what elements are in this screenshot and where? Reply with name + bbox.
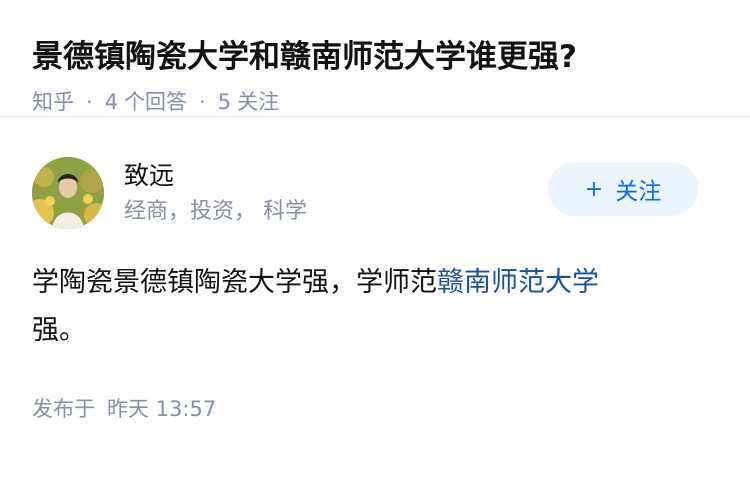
publish-prefix: 发布于 — [32, 397, 95, 421]
publish-time: 发布于 昨天 13:57 — [32, 394, 718, 424]
answer-text: 学陶瓷景德镇陶瓷大学强，学师范 — [32, 267, 437, 298]
author-name[interactable]: 致远 — [124, 159, 307, 193]
answer-card: 致远 经商，投资， 科学 + 关注 学陶瓷景德镇陶瓷大学强，学师范赣南师范大学强… — [0, 155, 750, 424]
author-row: 致远 经商，投资， 科学 + 关注 — [32, 155, 718, 231]
publish-timestamp: 昨天 13:57 — [107, 397, 217, 421]
source-label[interactable]: 知乎 — [32, 87, 74, 117]
answer-count: 4 — [104, 90, 119, 114]
follow-button-label: 关注 — [615, 179, 662, 205]
answer-text-end: 强。 — [32, 315, 86, 346]
follower-count-label: 关注 — [237, 90, 280, 114]
follower-count: 5 — [217, 90, 232, 114]
meta-separator: · — [199, 90, 206, 114]
plus-icon: + — [584, 176, 604, 202]
answer-link[interactable]: 赣南师范大学 — [437, 267, 599, 298]
avatar-image — [32, 157, 104, 229]
answer-count-label: 个回答 — [124, 90, 188, 114]
avatar[interactable] — [32, 157, 104, 229]
author-bio: 经商，投资， 科学 — [124, 198, 307, 224]
follow-button[interactable]: + 关注 — [548, 162, 698, 216]
question-meta: 知乎 · 4 个回答 · 5 关注 — [32, 87, 718, 117]
meta-separator: · — [86, 90, 93, 114]
author-info: 致远 经商，投资， 科学 — [124, 159, 307, 228]
question-header: 景德镇陶瓷大学和赣南师范大学谁更强? 知乎 · 4 个回答 · 5 关注 — [0, 0, 750, 117]
question-title[interactable]: 景德镇陶瓷大学和赣南师范大学谁更强? — [32, 34, 718, 80]
answer-content: 学陶瓷景德镇陶瓷大学强，学师范赣南师范大学强。 — [32, 259, 718, 355]
